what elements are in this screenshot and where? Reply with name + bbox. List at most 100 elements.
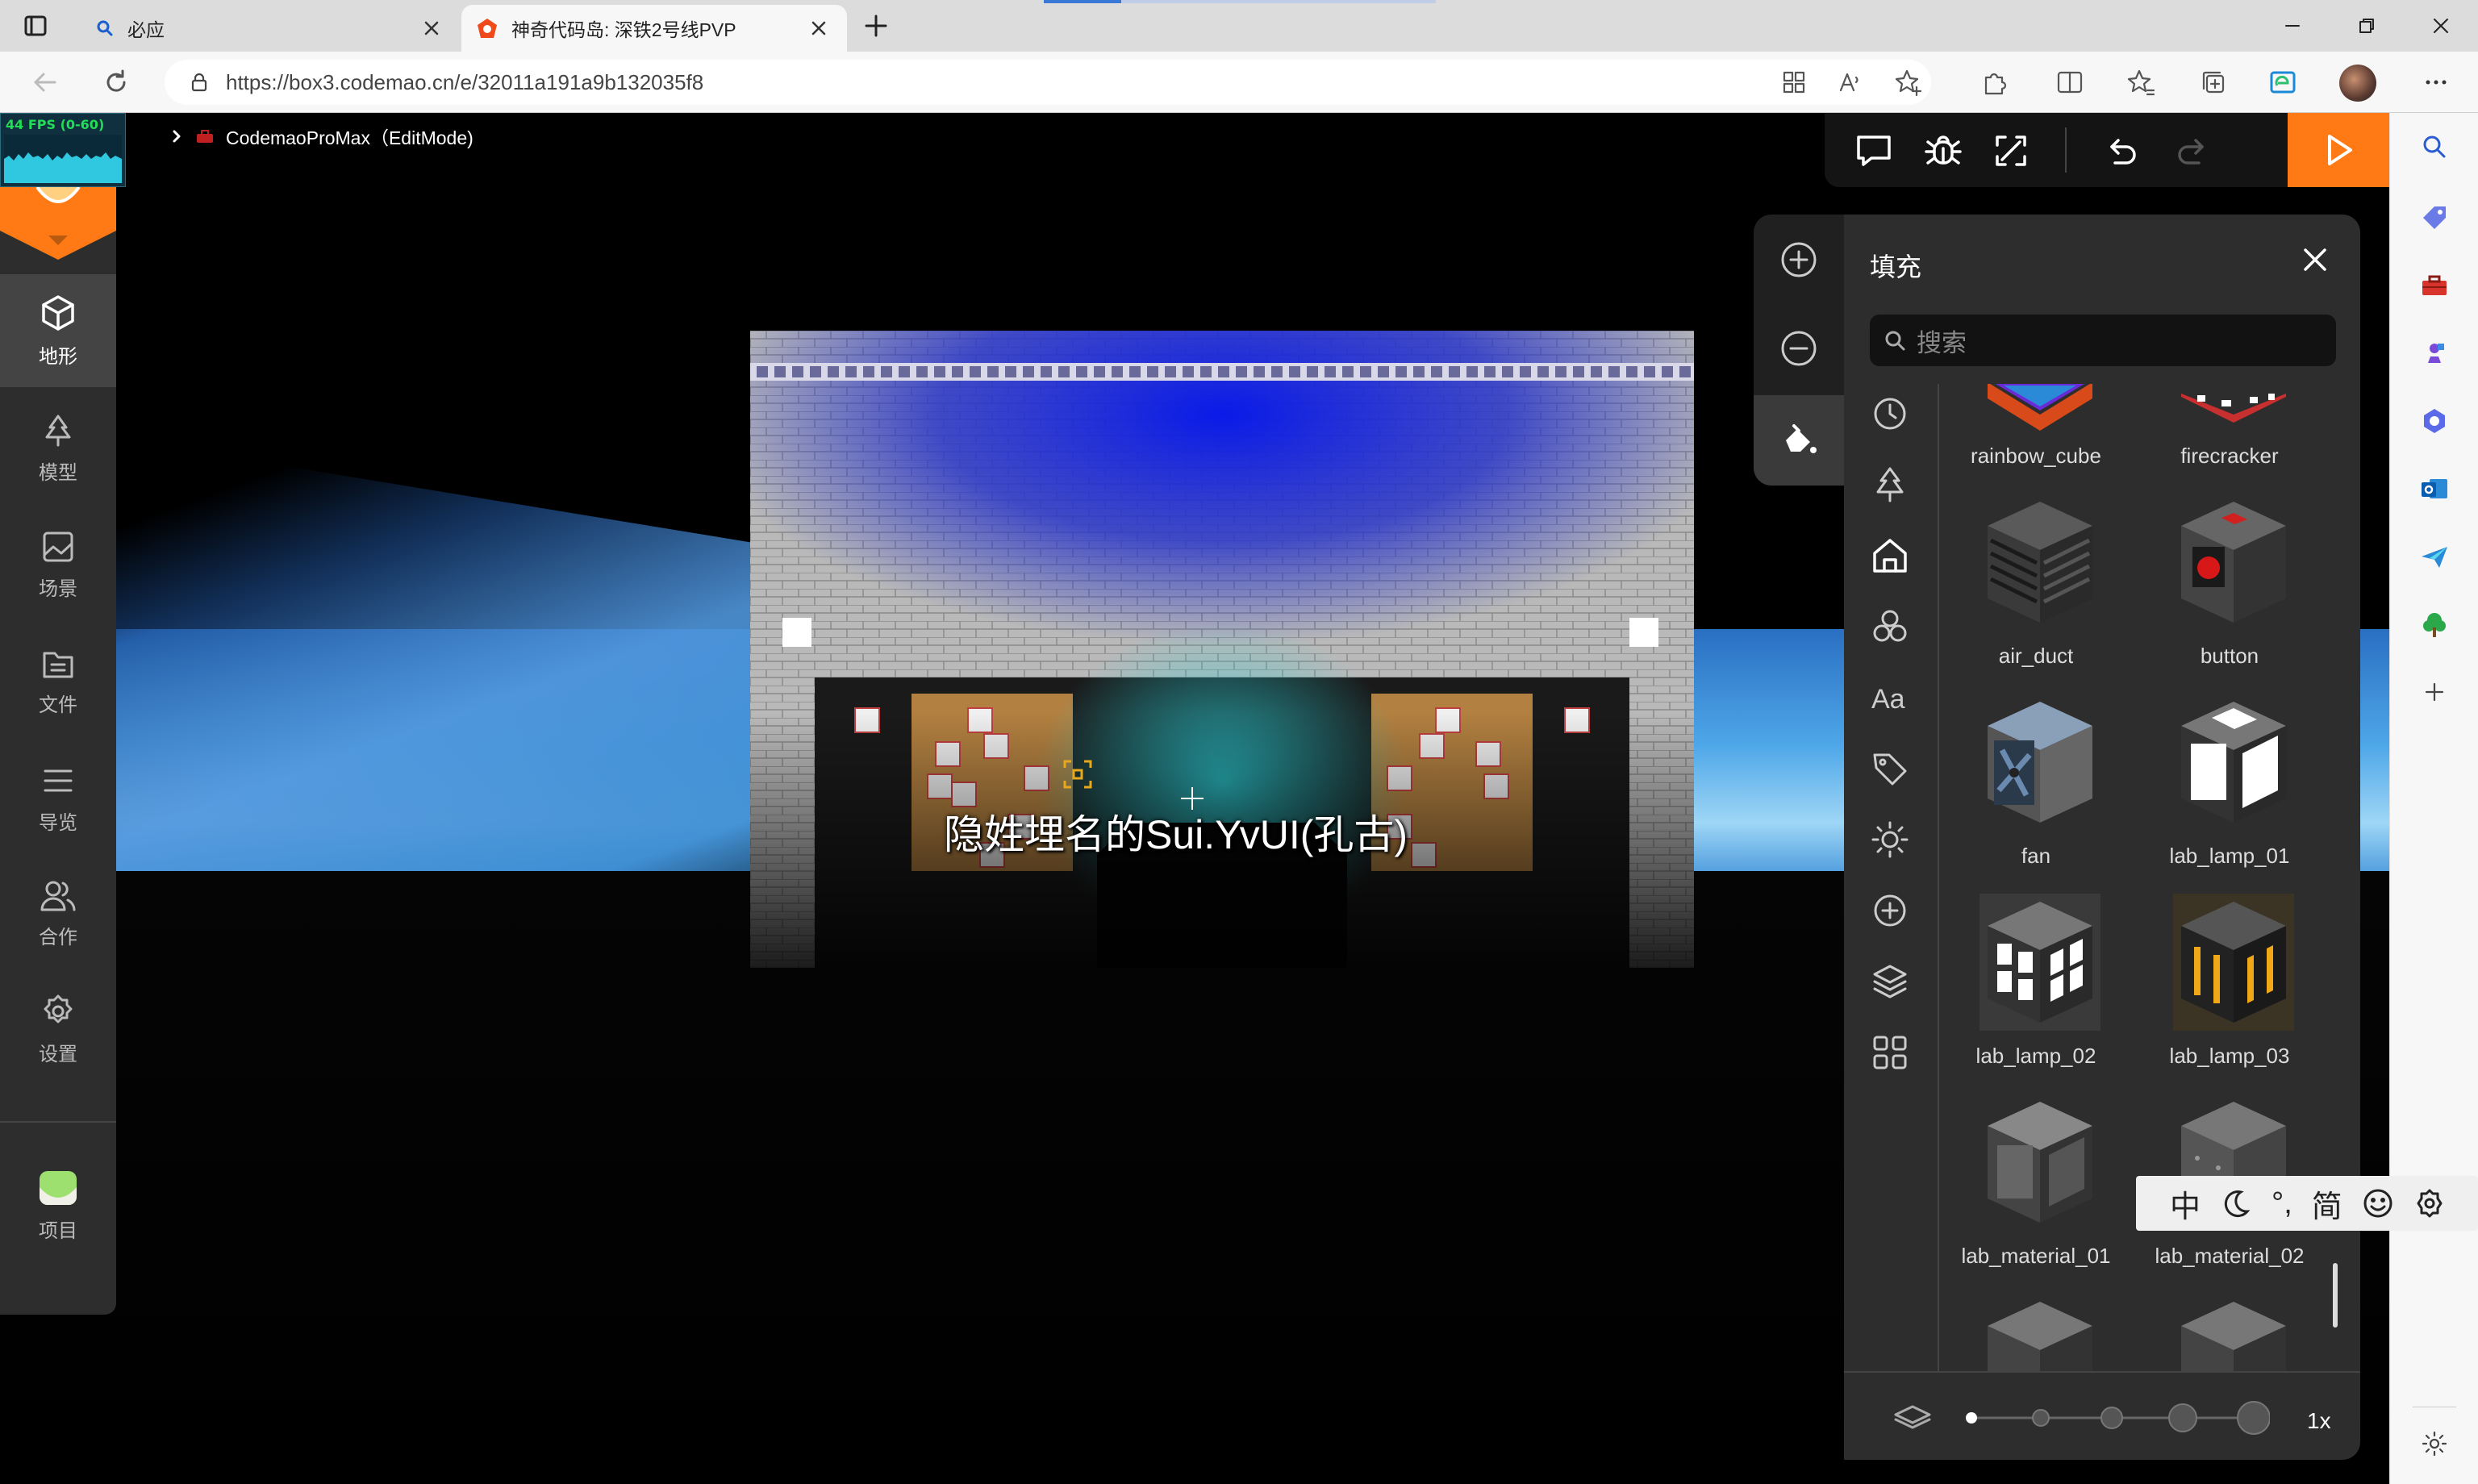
bug-icon[interactable]: [1923, 131, 1963, 171]
sidebar-item-project[interactable]: 项目: [0, 1153, 116, 1258]
extensions-icon[interactable]: [1978, 66, 2010, 98]
block-name: lab_lamp_02: [1975, 1044, 2096, 1068]
building-icon[interactable]: [1870, 536, 1910, 576]
edge-bar-icon[interactable]: [2267, 66, 2299, 98]
fan-icon: [1979, 694, 2100, 831]
sidebar-item-model[interactable]: 模型: [0, 392, 116, 505]
block-item[interactable]: firecracker: [2133, 384, 2326, 482]
sidebar-item-scene[interactable]: 场景: [0, 508, 116, 621]
block-item[interactable]: rainbow_cube: [1939, 384, 2133, 482]
light-icon[interactable]: [1870, 819, 1910, 860]
window-controls: [2255, 0, 2478, 52]
cube-icon: [42, 294, 74, 331]
breadcrumb[interactable]: CodemaoProMax（EditMode): [169, 123, 473, 150]
tab-actions-icon[interactable]: [23, 13, 48, 39]
block-item[interactable]: lab_lamp_03: [2133, 882, 2326, 1082]
block-item[interactable]: lab_material_01: [1939, 1082, 2133, 1282]
block-item[interactable]: lab_lamp_01: [2133, 682, 2326, 882]
favorites-icon[interactable]: [2125, 66, 2157, 98]
settings-icon[interactable]: [2413, 1187, 2446, 1219]
tree-icon[interactable]: [2418, 608, 2451, 640]
fill-bucket-icon[interactable]: [1778, 419, 1820, 461]
block-item[interactable]: [1939, 1282, 2133, 1371]
block-name: lab_lamp_01: [2169, 844, 2290, 868]
url-field[interactable]: https://box3.codemao.cn/e/32011a191a9b13…: [165, 60, 1931, 105]
ime-mode[interactable]: 中: [2170, 1182, 2201, 1226]
block-item[interactable]: lab_lamp_02: [1939, 882, 2133, 1082]
codemao-logo[interactable]: [0, 187, 116, 260]
sidebar-item-collaborate[interactable]: 合作: [0, 857, 116, 969]
chat-icon[interactable]: [1854, 131, 1894, 171]
block-item[interactable]: air_duct: [1939, 482, 2133, 682]
brush-size-slider[interactable]: [1963, 1400, 2270, 1436]
ime-punctuation[interactable]: °,: [2272, 1186, 2292, 1221]
emoji-icon[interactable]: [2362, 1187, 2394, 1219]
minimize-icon[interactable]: [2255, 0, 2330, 52]
redo-icon[interactable]: [2171, 131, 2212, 171]
add-icon[interactable]: [2418, 676, 2451, 708]
recent-icon[interactable]: [1870, 394, 1910, 434]
file-icon: [43, 652, 73, 677]
split-screen-icon[interactable]: [2054, 66, 2086, 98]
app-available-icon[interactable]: [1778, 66, 1810, 98]
restore-icon[interactable]: [2330, 0, 2404, 52]
speed-label[interactable]: 1x: [2307, 1408, 2331, 1434]
sidebar-item-file[interactable]: 文件: [0, 624, 116, 737]
sidebar-item-label: 文件: [39, 694, 77, 716]
toolbox-icon[interactable]: [2418, 269, 2451, 302]
block-preview-icon: [2173, 1294, 2294, 1371]
moon-icon[interactable]: [2220, 1187, 2252, 1219]
button-icon: [2173, 494, 2294, 631]
tab-bing[interactable]: 必应: [81, 5, 460, 52]
scrollbar[interactable]: [2333, 1263, 2338, 1328]
copilot-icon[interactable]: [2418, 405, 2451, 437]
add-circle-icon[interactable]: [1870, 890, 1910, 931]
block-name: lab_material_02: [2155, 1244, 2305, 1268]
read-aloud-icon[interactable]: [1834, 66, 1867, 98]
close-icon[interactable]: [808, 18, 829, 39]
text-icon[interactable]: Aa: [1870, 677, 1910, 718]
block-item[interactable]: [2133, 1282, 2326, 1371]
collections-icon[interactable]: [2197, 66, 2230, 98]
layers-icon[interactable]: [1870, 961, 1910, 1002]
remove-block-icon[interactable]: [1778, 327, 1820, 369]
undo-icon[interactable]: [2102, 131, 2142, 171]
block-item[interactable]: button: [2133, 482, 2326, 682]
fullscreen-icon[interactable]: [1991, 131, 2031, 171]
player-name-tag: 隐姓埋名的Sui.YvUI(孔古): [944, 812, 1408, 857]
lock-icon: [191, 73, 207, 92]
add-block-icon[interactable]: [1778, 239, 1820, 281]
tag-icon[interactable]: [1870, 748, 1910, 789]
new-tab-button[interactable]: [861, 11, 891, 40]
grid-icon[interactable]: [1870, 1032, 1910, 1073]
close-window-icon[interactable]: [2404, 0, 2478, 52]
outlook-icon[interactable]: [2418, 473, 2451, 505]
tree-icon[interactable]: [1870, 465, 1910, 505]
close-icon[interactable]: [421, 18, 442, 39]
refresh-icon[interactable]: [100, 66, 132, 98]
more-icon[interactable]: [2420, 66, 2452, 98]
close-icon[interactable]: [2299, 244, 2331, 276]
block-item[interactable]: fan: [1939, 682, 2133, 882]
layer-icon[interactable]: [1892, 1402, 1933, 1434]
avatar[interactable]: [2339, 65, 2376, 102]
run-button[interactable]: [2288, 113, 2389, 187]
search-input[interactable]: 搜索: [1870, 315, 2336, 366]
sidebar-item-settings[interactable]: 设置: [0, 973, 116, 1086]
settings-icon[interactable]: [2418, 1428, 2451, 1460]
back-arrow-icon[interactable]: [29, 66, 61, 98]
send-icon[interactable]: [2418, 540, 2451, 573]
sidebar-item-navigation[interactable]: 导览: [0, 742, 116, 855]
sidebar-item-terrain[interactable]: 地形: [0, 274, 116, 387]
search-icon[interactable]: [2418, 131, 2451, 163]
sidebar-item-label: 地形: [39, 345, 77, 368]
games-icon[interactable]: [2418, 337, 2451, 369]
game-viewport[interactable]: 隐姓埋名的Sui.YvUI(孔古) 44 FPS (0-60) CodemaoP…: [0, 113, 2389, 1484]
tab-codemao[interactable]: 神奇代码岛: 深铁2号线PVP: [461, 5, 847, 52]
play-icon: [2328, 135, 2352, 165]
ime-script[interactable]: 简: [2312, 1182, 2342, 1226]
material-icon[interactable]: [1870, 607, 1910, 647]
tag-icon[interactable]: [2418, 202, 2451, 234]
add-favorite-icon[interactable]: [1892, 66, 1925, 98]
users-icon: [40, 881, 76, 911]
